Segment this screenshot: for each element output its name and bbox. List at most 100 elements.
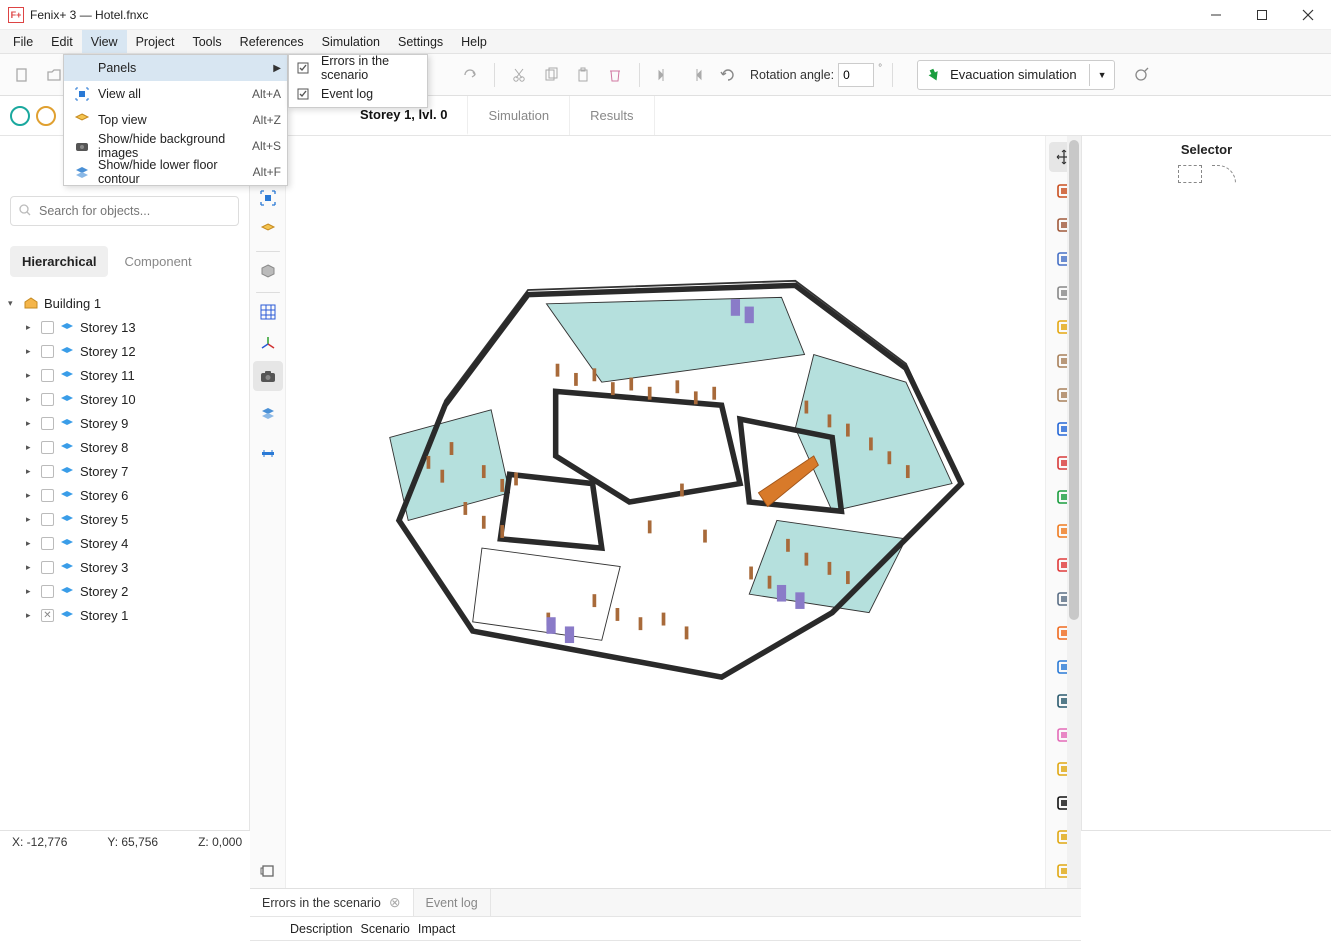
expand-icon[interactable]: ▸ bbox=[26, 442, 36, 453]
mirror-h-icon[interactable] bbox=[650, 61, 678, 89]
redo-icon[interactable] bbox=[456, 61, 484, 89]
iso-top-icon[interactable] bbox=[253, 215, 283, 245]
tree-storey[interactable]: ▸Storey 9 bbox=[26, 411, 241, 435]
menu-tools[interactable]: Tools bbox=[183, 30, 230, 53]
tree-checkbox[interactable] bbox=[41, 417, 54, 430]
circle-teal[interactable] bbox=[10, 106, 30, 126]
tab-simulation[interactable]: Simulation bbox=[468, 96, 570, 135]
menu-references[interactable]: References bbox=[231, 30, 313, 53]
expand-icon[interactable]: ▸ bbox=[26, 610, 36, 621]
expand-icon[interactable]: ▸ bbox=[26, 322, 36, 333]
tree-checkbox[interactable]: ✕ bbox=[41, 609, 54, 622]
simulation-selector[interactable]: Evacuation simulation ▼ bbox=[917, 60, 1115, 90]
col-scenario[interactable]: Scenario bbox=[361, 922, 418, 936]
scrollbar[interactable] bbox=[1067, 136, 1081, 888]
panels-event-log[interactable]: Event log bbox=[289, 81, 427, 107]
tree-checkbox[interactable] bbox=[41, 369, 54, 382]
tree-checkbox[interactable] bbox=[41, 513, 54, 526]
delete-icon[interactable] bbox=[601, 61, 629, 89]
rotate-icon[interactable] bbox=[714, 61, 742, 89]
tree-checkbox[interactable] bbox=[41, 537, 54, 550]
layers-icon[interactable] bbox=[253, 399, 283, 429]
expand-icon[interactable]: ▸ bbox=[26, 490, 36, 501]
iso-shade-icon[interactable] bbox=[253, 256, 283, 286]
tree-storey[interactable]: ▸Storey 13 bbox=[26, 315, 241, 339]
view-menu-show-hide-lower-floor-contour[interactable]: Show/hide lower floor contourAlt+F bbox=[64, 159, 287, 185]
minimize-button[interactable] bbox=[1193, 0, 1239, 30]
view-menu-show-hide-background-images[interactable]: Show/hide background imagesAlt+S bbox=[64, 133, 287, 159]
menu-project[interactable]: Project bbox=[127, 30, 184, 53]
cut-icon[interactable] bbox=[505, 61, 533, 89]
selector-lasso-icon[interactable] bbox=[1212, 165, 1236, 183]
tree-storey[interactable]: ▸Storey 7 bbox=[26, 459, 241, 483]
tree-checkbox[interactable] bbox=[41, 321, 54, 334]
tree-storey[interactable]: ▸Storey 6 bbox=[26, 483, 241, 507]
expand-icon[interactable]: ▸ bbox=[26, 418, 36, 429]
bottom-tab-event-log[interactable]: Event log bbox=[414, 889, 491, 916]
menu-edit[interactable]: Edit bbox=[42, 30, 82, 53]
tree-storey[interactable]: ▸Storey 5 bbox=[26, 507, 241, 531]
fit-view-icon[interactable] bbox=[253, 183, 283, 213]
tree-checkbox[interactable] bbox=[41, 561, 54, 574]
camera-icon[interactable] bbox=[253, 361, 283, 391]
paste-icon[interactable] bbox=[569, 61, 597, 89]
expand-icon[interactable]: ▸ bbox=[26, 562, 36, 573]
tree-storey[interactable]: ▸Storey 12 bbox=[26, 339, 241, 363]
status-y: Y: 65,756 bbox=[107, 835, 158, 849]
tree-storey[interactable]: ▸Storey 2 bbox=[26, 579, 241, 603]
mirror-v-icon[interactable] bbox=[682, 61, 710, 89]
menu-file[interactable]: File bbox=[4, 30, 42, 53]
col-description[interactable]: Description bbox=[290, 922, 361, 936]
search-input[interactable] bbox=[10, 196, 239, 226]
simulation-selector-label: Evacuation simulation bbox=[950, 67, 1076, 82]
tree-checkbox[interactable] bbox=[41, 585, 54, 598]
tree-checkbox[interactable] bbox=[41, 393, 54, 406]
tree-checkbox[interactable] bbox=[41, 489, 54, 502]
maximize-button[interactable] bbox=[1239, 0, 1285, 30]
copy-icon[interactable] bbox=[537, 61, 565, 89]
tree-checkbox[interactable] bbox=[41, 441, 54, 454]
tree-storey[interactable]: ▸Storey 3 bbox=[26, 555, 241, 579]
tree-storey[interactable]: ▸Storey 10 bbox=[26, 387, 241, 411]
expand-icon[interactable]: ▸ bbox=[26, 586, 36, 597]
expand-icon[interactable]: ▸ bbox=[26, 346, 36, 357]
expand-icon[interactable]: ▸ bbox=[26, 394, 36, 405]
view-menu-top-view[interactable]: Top viewAlt+Z bbox=[64, 107, 287, 133]
object-tab-hierarchical[interactable]: Hierarchical bbox=[10, 246, 108, 277]
slides-icon[interactable] bbox=[253, 856, 283, 886]
panels-errors-in-the-scenario[interactable]: Errors in the scenario bbox=[289, 55, 427, 81]
view-menu-view-all[interactable]: View allAlt+A bbox=[64, 81, 287, 107]
rotation-input[interactable] bbox=[838, 63, 874, 87]
settings-icon[interactable] bbox=[1127, 61, 1155, 89]
viewport-3d[interactable] bbox=[286, 136, 1045, 888]
col-impact[interactable]: Impact bbox=[418, 922, 464, 936]
circle-orange[interactable] bbox=[36, 106, 56, 126]
selector-rect-icon[interactable] bbox=[1178, 165, 1202, 183]
object-tab-component[interactable]: Component bbox=[112, 246, 203, 277]
tree-root[interactable]: ▾ Building 1 bbox=[8, 291, 241, 315]
menu-simulation[interactable]: Simulation bbox=[313, 30, 389, 53]
bottom-tab-errors-in-the-scenario[interactable]: Errors in the scenario⊗ bbox=[250, 889, 414, 916]
menu-help[interactable]: Help bbox=[452, 30, 496, 53]
tree-storey[interactable]: ▸✕Storey 1 bbox=[26, 603, 241, 627]
close-tab-icon[interactable]: ⊗ bbox=[389, 894, 401, 911]
tab-results[interactable]: Results bbox=[570, 96, 654, 135]
axes-icon[interactable] bbox=[253, 329, 283, 359]
collapse-icon[interactable]: ▾ bbox=[8, 298, 18, 309]
grid-icon[interactable] bbox=[253, 297, 283, 327]
menu-settings[interactable]: Settings bbox=[389, 30, 452, 53]
tree-storey[interactable]: ▸Storey 8 bbox=[26, 435, 241, 459]
section-icon[interactable] bbox=[253, 437, 283, 467]
expand-icon[interactable]: ▸ bbox=[26, 466, 36, 477]
tree-checkbox[interactable] bbox=[41, 465, 54, 478]
tree-storey[interactable]: ▸Storey 4 bbox=[26, 531, 241, 555]
expand-icon[interactable]: ▸ bbox=[26, 370, 36, 381]
menu-view[interactable]: View bbox=[82, 30, 127, 53]
view-menu-panels[interactable]: Panels▶ bbox=[64, 55, 287, 81]
tree-checkbox[interactable] bbox=[41, 345, 54, 358]
new-file-icon[interactable] bbox=[8, 61, 36, 89]
expand-icon[interactable]: ▸ bbox=[26, 514, 36, 525]
close-button[interactable] bbox=[1285, 0, 1331, 30]
tree-storey[interactable]: ▸Storey 11 bbox=[26, 363, 241, 387]
expand-icon[interactable]: ▸ bbox=[26, 538, 36, 549]
